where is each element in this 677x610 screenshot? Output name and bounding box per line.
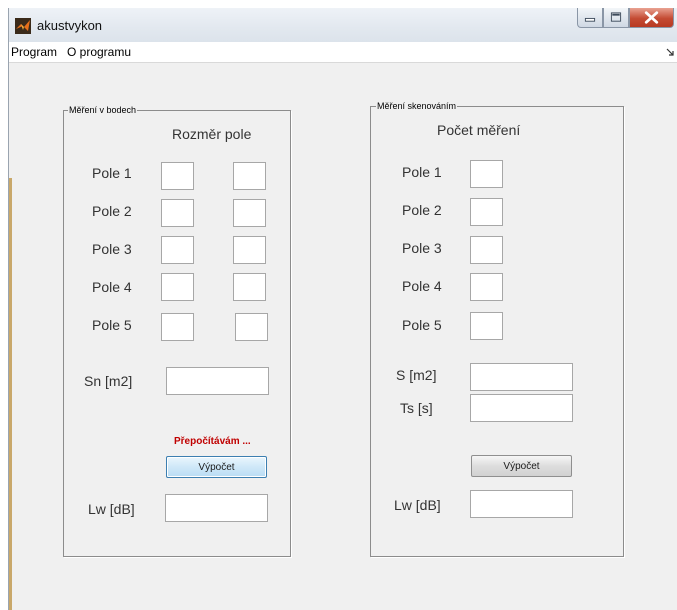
s-input[interactable]: [470, 363, 573, 391]
pole-1-dim-b-input[interactable]: [233, 162, 266, 190]
maximize-button[interactable]: [603, 8, 629, 28]
scan-pole-1-label: Pole 1: [402, 164, 442, 180]
scan-pole-4-count-input[interactable]: [470, 273, 503, 301]
pole-4-dim-a-input[interactable]: [161, 273, 194, 301]
pole-2-label: Pole 2: [92, 203, 132, 219]
scan-panel-header: Počet měření: [437, 122, 521, 138]
minimize-icon: [584, 17, 596, 22]
close-button[interactable]: [629, 8, 674, 28]
ts-input[interactable]: [470, 394, 573, 422]
menu-o-programu[interactable]: O programu: [67, 45, 131, 59]
ts-label: Ts [s]: [400, 400, 433, 416]
status-recalculating: Přepočítávám ...: [174, 436, 251, 447]
pole-5-label: Pole 5: [92, 317, 132, 333]
calculate-points-button[interactable]: Výpočet: [166, 456, 267, 478]
maximize-icon: [610, 12, 622, 22]
scan-pole-1-count-input[interactable]: [470, 160, 503, 188]
sn-label: Sn [m2]: [84, 373, 133, 389]
pole-5-dim-a-input[interactable]: [161, 313, 194, 341]
scan-pole-5-count-input[interactable]: [470, 312, 503, 340]
scan-pole-3-count-input[interactable]: [470, 236, 503, 264]
pole-2-dim-b-input[interactable]: [233, 199, 266, 227]
pole-4-dim-b-input[interactable]: [233, 273, 266, 301]
scan-panel-title: Měření skenováním: [376, 100, 458, 112]
lw-points-output[interactable]: [165, 494, 268, 522]
scan-pole-2-label: Pole 2: [402, 202, 442, 218]
pole-3-label: Pole 3: [92, 241, 132, 257]
pole-1-dim-a-input[interactable]: [161, 162, 194, 190]
scan-pole-4-label: Pole 4: [402, 278, 442, 294]
pole-5-dim-b-input[interactable]: [235, 313, 268, 341]
points-panel-header: Rozměr pole: [172, 126, 252, 142]
window-edge-accent: [9, 178, 12, 610]
pole-1-label: Pole 1: [92, 165, 132, 181]
toolbar-dock-arrow-icon[interactable]: [666, 48, 674, 56]
pole-3-dim-b-input[interactable]: [233, 236, 266, 264]
menu-program[interactable]: Program: [11, 45, 57, 59]
lw-scan-label: Lw [dB]: [394, 497, 441, 513]
scan-pole-3-label: Pole 3: [402, 240, 442, 256]
calculate-scan-button[interactable]: Výpočet: [471, 455, 572, 477]
pole-4-label: Pole 4: [92, 279, 132, 295]
lw-points-label: Lw [dB]: [88, 501, 135, 517]
window-title: akustvykon: [37, 18, 103, 33]
sn-input[interactable]: [166, 367, 269, 395]
title-bar[interactable]: akustvykon: [9, 8, 677, 42]
minimize-button[interactable]: [577, 8, 603, 28]
pole-2-dim-a-input[interactable]: [161, 199, 194, 227]
scan-pole-5-label: Pole 5: [402, 317, 442, 333]
scan-pole-2-count-input[interactable]: [470, 198, 503, 226]
menu-bar: Program O programu: [9, 42, 677, 63]
matlab-icon: [15, 18, 31, 34]
close-icon: [644, 11, 659, 24]
pole-3-dim-a-input[interactable]: [161, 236, 194, 264]
points-panel-title: Měření v bodech: [68, 104, 138, 116]
lw-scan-output[interactable]: [470, 490, 573, 518]
s-label: S [m2]: [396, 367, 437, 383]
